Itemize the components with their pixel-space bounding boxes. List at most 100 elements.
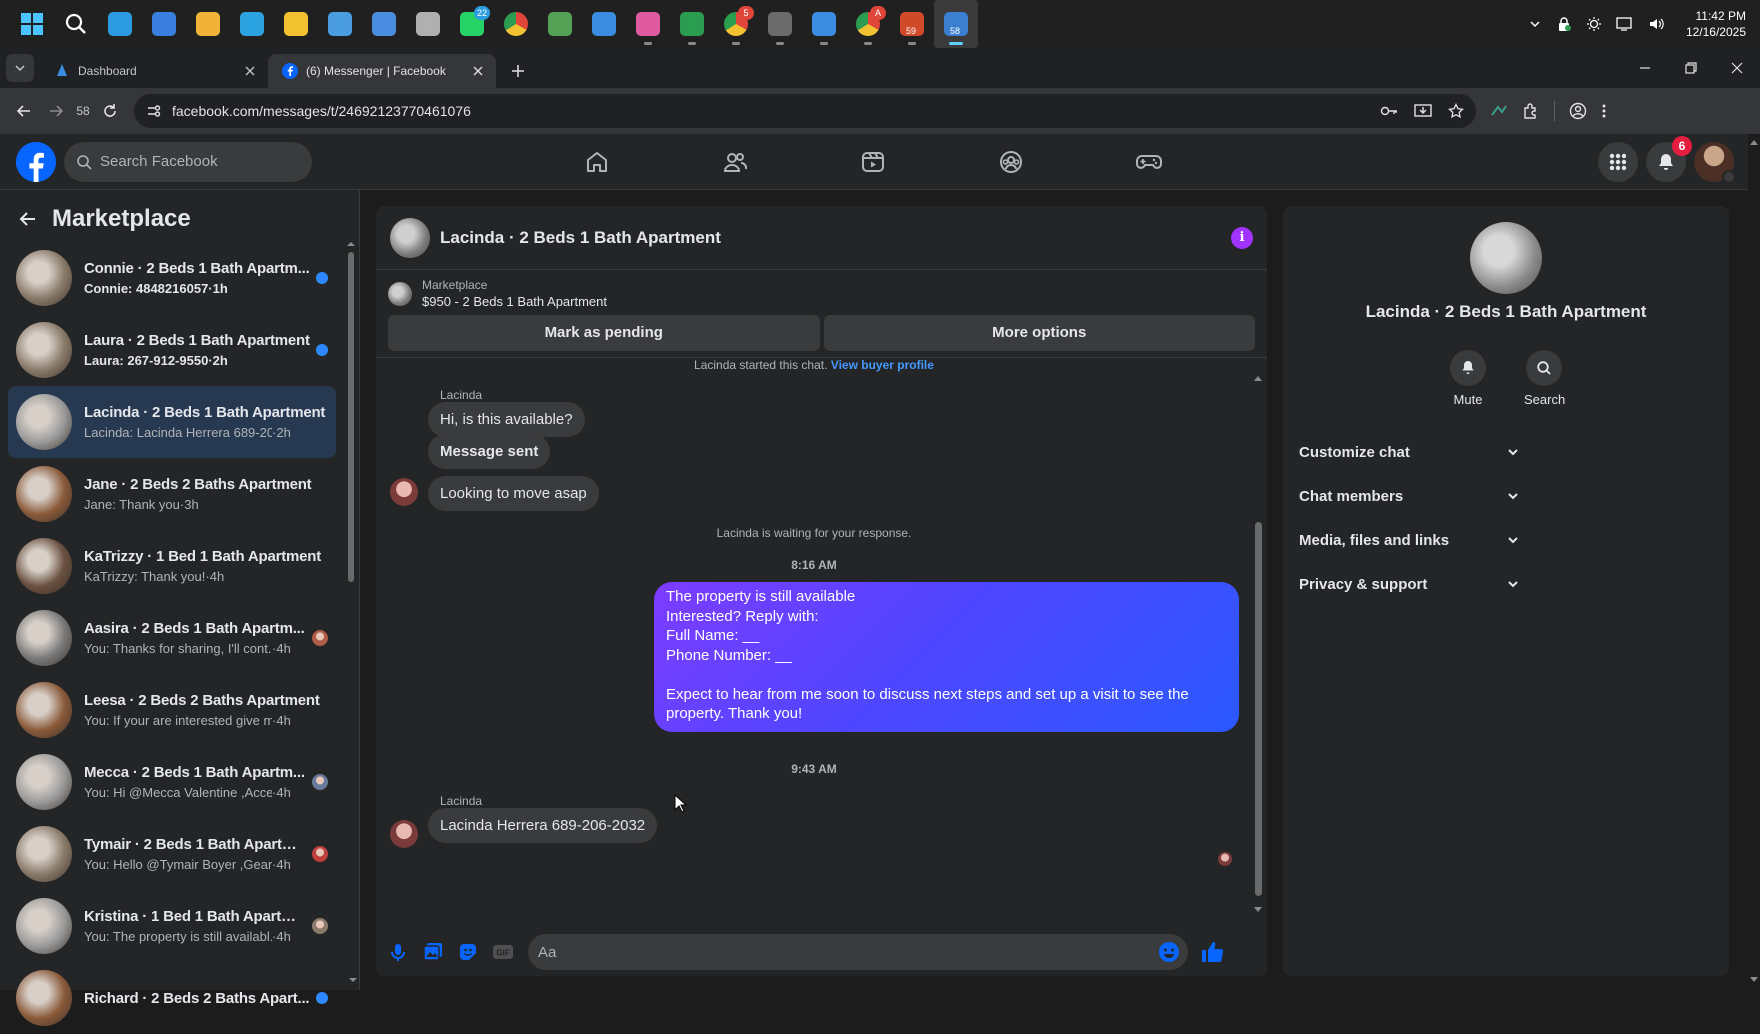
restore-button[interactable] bbox=[1668, 48, 1714, 88]
taskbar-app-sail[interactable] bbox=[582, 0, 626, 48]
message-bubble-incoming[interactable]: Lacinda Herrera 689-206-2032 bbox=[428, 808, 658, 843]
password-key-icon[interactable] bbox=[1380, 103, 1398, 119]
nav-home[interactable] bbox=[528, 134, 666, 190]
message-bubble-incoming[interactable]: Looking to move asap bbox=[428, 476, 599, 511]
conversation-item[interactable]: KaTrizzy · 1 Bed 1 Bath Apartment KaTrizz… bbox=[8, 530, 336, 602]
search-chat-button[interactable]: Search bbox=[1524, 350, 1565, 407]
scrollbar-thumb[interactable] bbox=[1255, 522, 1262, 896]
new-tab-button[interactable] bbox=[504, 57, 532, 85]
taskbar-app-whatsapp[interactable]: 22 bbox=[450, 0, 494, 48]
sender-avatar[interactable] bbox=[390, 478, 418, 506]
taskbar-app-windows-start[interactable] bbox=[10, 0, 54, 48]
details-section[interactable]: Media, files and links bbox=[1291, 518, 1721, 562]
message-bubble-outgoing[interactable]: The property is still available Intereste… bbox=[654, 582, 1239, 732]
taskbar-app-search[interactable] bbox=[54, 0, 98, 48]
tab-messenger[interactable]: (6) Messenger | Facebook bbox=[268, 54, 496, 88]
message-bubble-incoming[interactable]: Message sent bbox=[428, 434, 551, 469]
view-buyer-profile-link[interactable]: View buyer profile bbox=[831, 358, 934, 372]
conversation-item[interactable]: Mecca · 2 Beds 1 Bath Apartm... You: Hi @… bbox=[8, 746, 336, 818]
taskbar-app-calculator[interactable] bbox=[758, 0, 802, 48]
conversation-item[interactable]: Leesa · 2 Beds 2 Baths Apartment You: If … bbox=[8, 674, 336, 746]
chevron-up-icon[interactable] bbox=[1528, 17, 1542, 31]
info-icon[interactable]: i bbox=[1231, 226, 1253, 249]
taskbar-app-edge[interactable] bbox=[98, 0, 142, 48]
back-button[interactable] bbox=[8, 95, 40, 127]
conversation-item[interactable]: Laura · 2 Beds 1 Bath Apartment Laura: 26… bbox=[8, 314, 336, 386]
conversation-item[interactable]: Lacinda · 2 Beds 1 Bath Apartment Lacinda… bbox=[8, 386, 336, 458]
tab-search-button[interactable] bbox=[6, 54, 34, 82]
mark-pending-button[interactable]: Mark as pending bbox=[388, 315, 820, 351]
more-options-button[interactable]: More options bbox=[823, 315, 1255, 351]
conversation-item[interactable]: Richard · 2 Beds 2 Baths Apart... bbox=[8, 962, 336, 1034]
sidebar-scrollbar[interactable] bbox=[346, 240, 355, 800]
chat-scrollbar[interactable] bbox=[1252, 374, 1264, 914]
account-avatar[interactable] bbox=[1694, 141, 1736, 184]
conversation-item[interactable]: Tymair · 2 Beds 1 Bath Apartm... You: Hel… bbox=[8, 818, 336, 890]
page-scrollbar[interactable] bbox=[1748, 134, 1760, 990]
reload-button[interactable] bbox=[94, 95, 126, 127]
taskbar-app-telegram[interactable] bbox=[230, 0, 274, 48]
details-avatar[interactable] bbox=[1470, 222, 1542, 294]
conversation-item[interactable]: Aasira · 2 Beds 1 Bath Apartm... You: Tha… bbox=[8, 602, 336, 674]
facebook-search[interactable] bbox=[64, 141, 312, 182]
taskbar-app-store[interactable] bbox=[186, 0, 230, 48]
photo-icon[interactable] bbox=[422, 942, 444, 962]
forward-button[interactable] bbox=[40, 95, 72, 127]
nav-friends[interactable] bbox=[666, 134, 804, 190]
taskbar-app-chrome-remote[interactable] bbox=[494, 0, 538, 48]
kebab-menu-icon[interactable] bbox=[1601, 103, 1607, 119]
address-bar[interactable]: facebook.com/messages/t/2469212377046107… bbox=[134, 94, 1476, 128]
taskbar-app-app-58[interactable]: 58 bbox=[934, 0, 978, 48]
taskbar-app-tool[interactable] bbox=[406, 0, 450, 48]
search-input[interactable] bbox=[100, 153, 300, 170]
taskbar-app-sail-2[interactable] bbox=[802, 0, 846, 48]
gif-icon[interactable]: GIF bbox=[492, 942, 514, 962]
taskbar-app-keepass[interactable] bbox=[538, 0, 582, 48]
bookmark-star-icon[interactable] bbox=[1448, 103, 1464, 119]
mute-button[interactable]: Mute bbox=[1448, 350, 1488, 407]
taskbar-app-file-explorer[interactable] bbox=[274, 0, 318, 48]
close-window-button[interactable] bbox=[1714, 48, 1760, 88]
sender-avatar[interactable] bbox=[390, 820, 418, 848]
extensions-puzzle-icon[interactable] bbox=[1522, 102, 1540, 120]
message-input[interactable] bbox=[538, 943, 1158, 961]
taskbar-app-chrome[interactable]: 5 bbox=[714, 0, 758, 48]
network-icon[interactable] bbox=[1616, 16, 1634, 32]
chat-title[interactable]: Lacinda · 2 Beds 1 Bath Apartment bbox=[440, 228, 1231, 248]
facebook-logo-icon[interactable] bbox=[16, 141, 56, 182]
taskbar-app-chrome-2[interactable]: A bbox=[846, 0, 890, 48]
menu-button[interactable] bbox=[1598, 141, 1638, 182]
extension-app-icon[interactable] bbox=[1490, 103, 1508, 119]
listing-thumbnail[interactable] bbox=[388, 281, 412, 306]
notifications-button[interactable]: 6 bbox=[1646, 135, 1692, 182]
details-section[interactable]: Customize chat bbox=[1291, 430, 1721, 474]
taskbar-app-snipping[interactable] bbox=[362, 0, 406, 48]
nav-groups[interactable] bbox=[942, 134, 1080, 190]
message-bubble-incoming[interactable]: Hi, is this available? bbox=[428, 402, 585, 437]
brightness-icon[interactable] bbox=[1586, 16, 1602, 32]
listing-price[interactable]: $950 - 2 Beds 1 Bath Apartment bbox=[422, 294, 607, 309]
nav-gaming[interactable] bbox=[1080, 134, 1218, 190]
tab-dashboard[interactable]: Dashboard bbox=[40, 54, 268, 88]
close-icon[interactable] bbox=[242, 63, 258, 79]
scrollbar-thumb[interactable] bbox=[348, 252, 354, 582]
install-app-icon[interactable] bbox=[1414, 103, 1432, 119]
chat-avatar[interactable] bbox=[390, 217, 430, 258]
taskbar-app-color-app[interactable] bbox=[626, 0, 670, 48]
nav-video[interactable] bbox=[804, 134, 942, 190]
close-icon[interactable] bbox=[470, 63, 486, 79]
emoji-icon[interactable] bbox=[1158, 941, 1180, 963]
sticker-icon[interactable] bbox=[458, 942, 478, 962]
conversation-item[interactable]: Kristina · 1 Bed 1 Bath Apartm... You: Th… bbox=[8, 890, 336, 962]
details-section[interactable]: Chat members bbox=[1291, 474, 1721, 518]
conversation-item[interactable]: Connie · 2 Beds 1 Bath Apartm... Connie: … bbox=[8, 242, 336, 314]
system-clock[interactable]: 11:42 PM 12/16/2025 bbox=[1686, 8, 1746, 40]
lock-icon[interactable] bbox=[1556, 16, 1572, 32]
minimize-button[interactable] bbox=[1622, 48, 1668, 88]
back-arrow-icon[interactable] bbox=[18, 209, 38, 229]
microphone-icon[interactable] bbox=[388, 942, 408, 962]
conversation-item[interactable]: Jane · 2 Beds 2 Baths Apartment Jane: Tha… bbox=[8, 458, 336, 530]
taskbar-app-notepad[interactable] bbox=[318, 0, 362, 48]
volume-icon[interactable] bbox=[1648, 16, 1666, 32]
taskbar-app-infinity[interactable] bbox=[670, 0, 714, 48]
